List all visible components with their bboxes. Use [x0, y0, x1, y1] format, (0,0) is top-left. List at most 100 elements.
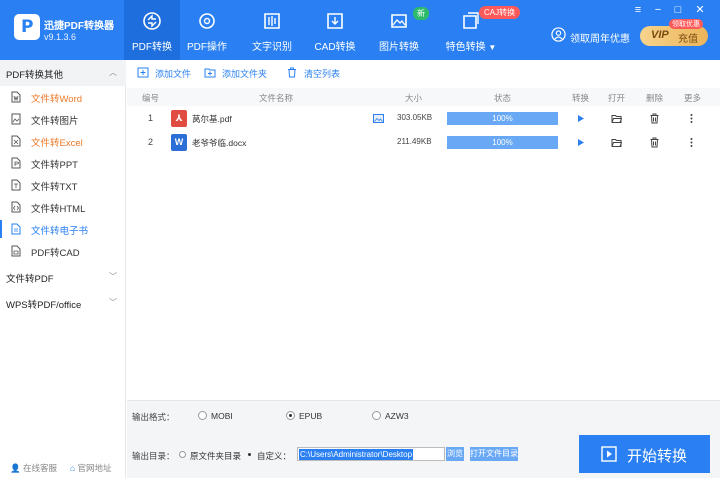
- browse-button[interactable]: 浏览: [446, 447, 464, 461]
- col-convert: 转换: [572, 93, 590, 103]
- pdf-operate-icon: [199, 13, 215, 29]
- toolbar: 添加文件 添加文件夹 清空列表: [127, 60, 720, 86]
- app-logo: P: [14, 14, 40, 40]
- sidebar-item-to-excel[interactable]: 文件转Excel: [0, 130, 126, 152]
- sidebar: PDF转换其他 ︿ 文件转Word 文件转图片 文件转Excel 文件转PPT …: [0, 60, 126, 478]
- delete-icon[interactable]: [649, 113, 660, 124]
- output-path-field[interactable]: C:\Users\Administrator\Desktop: [297, 447, 445, 461]
- sidebar-item-to-word[interactable]: 文件转Word: [0, 86, 126, 108]
- close-icon[interactable]: ✕: [693, 4, 707, 16]
- col-delete: 删除: [646, 93, 664, 103]
- image-file-icon: [11, 113, 21, 125]
- excel-file-icon: [11, 135, 21, 147]
- col-size: 大小: [405, 93, 423, 103]
- radio-dot: [246, 451, 253, 458]
- tab-cad[interactable]: CAD转换: [312, 0, 358, 60]
- menu-icon[interactable]: ≡: [631, 4, 645, 16]
- file-table-header: 编号 文件名称 大小 状态 转换 打开 删除 更多: [127, 88, 720, 106]
- user-icon: 👤: [10, 463, 21, 473]
- sidebar-item-label: 文件转图片: [31, 116, 79, 127]
- maximize-icon[interactable]: □: [671, 4, 685, 16]
- col-open: 打开: [608, 93, 626, 103]
- open-folder-icon[interactable]: [611, 137, 622, 148]
- sidebar-item-pdf-to-cad[interactable]: PDF转CAD: [0, 240, 126, 262]
- play-icon[interactable]: [575, 137, 586, 148]
- html-file-icon: [11, 201, 21, 213]
- ocr-icon: [264, 13, 280, 29]
- table-row[interactable]: 2 W 老爷爷临.docx 211.49KB 100%: [127, 131, 720, 155]
- open-folder-icon[interactable]: [611, 113, 622, 124]
- play-icon: [601, 446, 617, 462]
- image-convert-icon: [391, 14, 407, 28]
- radio-dot: [372, 411, 381, 420]
- anniversary-offer-link[interactable]: 领取周年优惠: [570, 30, 630, 45]
- col-name: 文件名称: [259, 93, 294, 103]
- cad-icon: [327, 13, 343, 29]
- add-file-icon: [137, 67, 149, 78]
- chevron-up-icon: ︿: [109, 68, 117, 77]
- more-icon[interactable]: [686, 113, 697, 124]
- sidebar-item-label: 文件转Word: [31, 94, 83, 105]
- pdf-file-icon: ⅄: [171, 110, 187, 127]
- app-version: v9.1.3.6: [44, 32, 77, 42]
- website-link[interactable]: ⌂ 官网地址: [70, 462, 112, 474]
- special-convert-icon: [463, 12, 479, 29]
- row-index: 2: [148, 137, 154, 147]
- output-panel: 输出格式： MOBI EPUB AZW3 输出目录： 原文件夹目录 自定义： C…: [127, 400, 720, 478]
- tab-label-text: 特色转换: [445, 42, 486, 53]
- online-service-link[interactable]: 👤 在线客服: [10, 462, 57, 474]
- vip-offer-tag: 领取优惠: [669, 19, 703, 29]
- sidebar-item-to-html[interactable]: 文件转HTML: [0, 196, 126, 218]
- sidebar-item-label: PDF转CAD: [31, 248, 80, 259]
- preview-image-icon[interactable]: [373, 114, 384, 123]
- play-icon[interactable]: [575, 113, 586, 124]
- sidebar-group-file-to-pdf[interactable]: 文件转PDF ﹀: [0, 264, 126, 290]
- file-size: 303.05KB: [397, 113, 433, 122]
- open-output-folder-button[interactable]: 打开文件目录: [470, 447, 518, 461]
- sidebar-item-label: 文件转电子书: [31, 226, 89, 237]
- sidebar-group-label: PDF转换其他: [6, 70, 64, 81]
- clear-list-label: 清空列表: [304, 69, 341, 79]
- table-row[interactable]: 1 ⅄ 莴尔基.pdf 303.05KB 100%: [127, 107, 720, 131]
- file-name: 莴尔基.pdf: [192, 114, 232, 124]
- format-label: MOBI: [211, 411, 233, 421]
- output-dir-label: 输出目录：: [132, 451, 175, 461]
- recharge-label: 充值: [678, 34, 698, 45]
- format-label: AZW3: [385, 411, 409, 421]
- start-convert-button[interactable]: 开始转换: [579, 435, 710, 473]
- col-more: 更多: [684, 93, 702, 103]
- col-index: 编号: [142, 93, 160, 103]
- sidebar-item-label: 文件转PPT: [31, 160, 78, 171]
- tab-label: PDF转换: [132, 42, 172, 53]
- tab-ocr[interactable]: 文字识别: [247, 0, 297, 60]
- tab-label: 文字识别: [252, 42, 292, 53]
- vip-label: VIP: [651, 29, 669, 41]
- website-label: 官网地址: [77, 463, 112, 473]
- add-folder-label: 添加文件夹: [222, 69, 268, 79]
- delete-icon[interactable]: [649, 137, 660, 148]
- row-index: 1: [148, 113, 154, 123]
- progress-label: 100%: [492, 114, 513, 123]
- vip-recharge-button[interactable]: VIP 充值: [640, 26, 708, 46]
- new-badge: 新: [413, 7, 429, 20]
- minimize-icon[interactable]: −: [651, 4, 665, 16]
- sidebar-group-wps[interactable]: WPS转PDF/office ﹀: [0, 290, 126, 316]
- sidebar-group-pdf-other[interactable]: PDF转换其他 ︿: [0, 60, 126, 86]
- more-icon[interactable]: [686, 137, 697, 148]
- title-bar: P 迅捷PDF转换器 v9.1.3.6 PDF转换 PDF操作 文字识别 CAD…: [0, 0, 720, 60]
- output-format-label: 输出格式：: [132, 412, 175, 422]
- tab-label: CAD转换: [314, 42, 356, 53]
- tab-pdf-convert[interactable]: PDF转换: [124, 0, 180, 60]
- file-name: 老爷爷临.docx: [192, 138, 247, 148]
- sidebar-item-to-ppt[interactable]: 文件转PPT: [0, 152, 126, 174]
- user-icon: [551, 27, 566, 42]
- caj-badge[interactable]: CAJ转换: [479, 6, 521, 19]
- sidebar-item-to-ebook[interactable]: 文件转电子书: [0, 218, 126, 240]
- output-path-value: C:\Users\Administrator\Desktop: [299, 449, 414, 460]
- sidebar-item-to-txt[interactable]: 文件转TXT: [0, 174, 126, 196]
- sidebar-item-to-image[interactable]: 文件转图片: [0, 108, 126, 130]
- tab-pdf-operate[interactable]: PDF操作: [183, 0, 231, 60]
- app-name: 迅捷PDF转换器: [44, 21, 114, 32]
- tab-label: PDF操作: [187, 42, 227, 53]
- trash-icon: [288, 67, 296, 78]
